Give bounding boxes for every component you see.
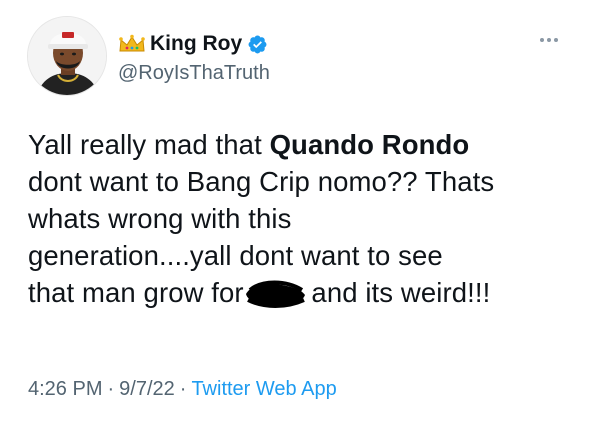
crown-icon — [118, 34, 148, 54]
author-handle[interactable]: @RoyIsThaTruth — [118, 62, 270, 85]
tweet-date[interactable]: 9/7/22 — [119, 378, 175, 400]
more-dot-icon — [540, 38, 544, 42]
mention-quando-rondo: Quando Rondo — [269, 129, 470, 160]
separator-dot: · — [107, 378, 115, 400]
tweet-line-3: whats wrong with this — [28, 203, 292, 234]
tweet-line-1: Yall really mad that Quando Rondo — [28, 129, 470, 160]
separator-dot: · — [179, 378, 187, 400]
author-name-row[interactable]: King Roy — [118, 30, 268, 58]
tweet-time[interactable]: 4:26 PM — [28, 378, 102, 400]
tweet-card: King Roy @RoyIsThaTruth Yall really mad … — [0, 0, 595, 421]
more-dot-icon — [554, 38, 558, 42]
redaction-scribble-icon — [242, 278, 308, 308]
tweet-text: Yall really mad that Quando Rondo dont w… — [28, 126, 578, 311]
tweet-line-2: dont want to Bang Crip nomo?? Thats — [28, 166, 495, 197]
tweet-source-link[interactable]: Twitter Web App — [191, 378, 336, 400]
display-name[interactable]: King Roy — [150, 32, 242, 56]
tweet-line-5: that man grow for and its weird!!! — [28, 277, 491, 308]
avatar-image — [28, 17, 106, 95]
more-dot-icon — [547, 38, 551, 42]
more-options-button[interactable] — [532, 30, 566, 50]
tweet-line-4: generation....yall dont want to see — [28, 240, 443, 271]
avatar[interactable] — [27, 16, 107, 96]
tweet-metadata: 4:26 PM · 9/7/22 · Twitter Web App — [28, 378, 337, 401]
verified-badge-icon — [247, 34, 268, 55]
